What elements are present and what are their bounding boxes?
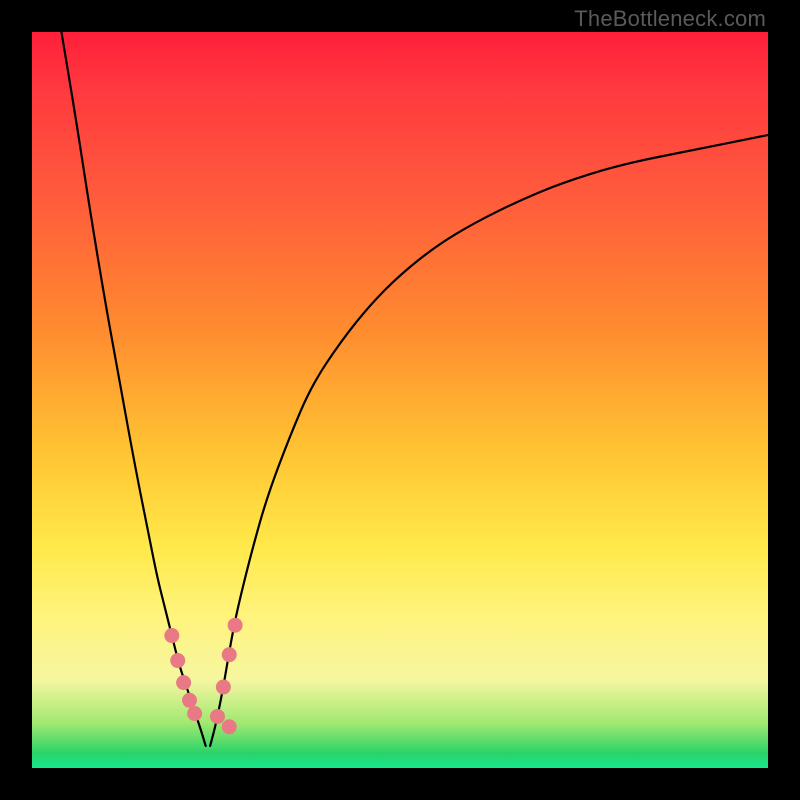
marker-dot	[222, 719, 237, 734]
marker-dot	[182, 693, 197, 708]
curve-right	[210, 135, 768, 746]
marker-dot	[228, 618, 243, 633]
marker-dot	[222, 647, 237, 662]
plot-area	[32, 32, 768, 768]
marker-dot	[187, 706, 202, 721]
marker-dot	[210, 709, 225, 724]
chart-svg	[32, 32, 768, 768]
chart-frame: TheBottleneck.com	[0, 0, 800, 800]
marker-dot	[216, 680, 231, 695]
marker-dot	[176, 675, 191, 690]
watermark-text: TheBottleneck.com	[574, 6, 766, 32]
marker-dot	[164, 628, 179, 643]
marker-dots	[164, 618, 242, 735]
curve-left	[61, 32, 205, 746]
marker-dot	[170, 653, 185, 668]
